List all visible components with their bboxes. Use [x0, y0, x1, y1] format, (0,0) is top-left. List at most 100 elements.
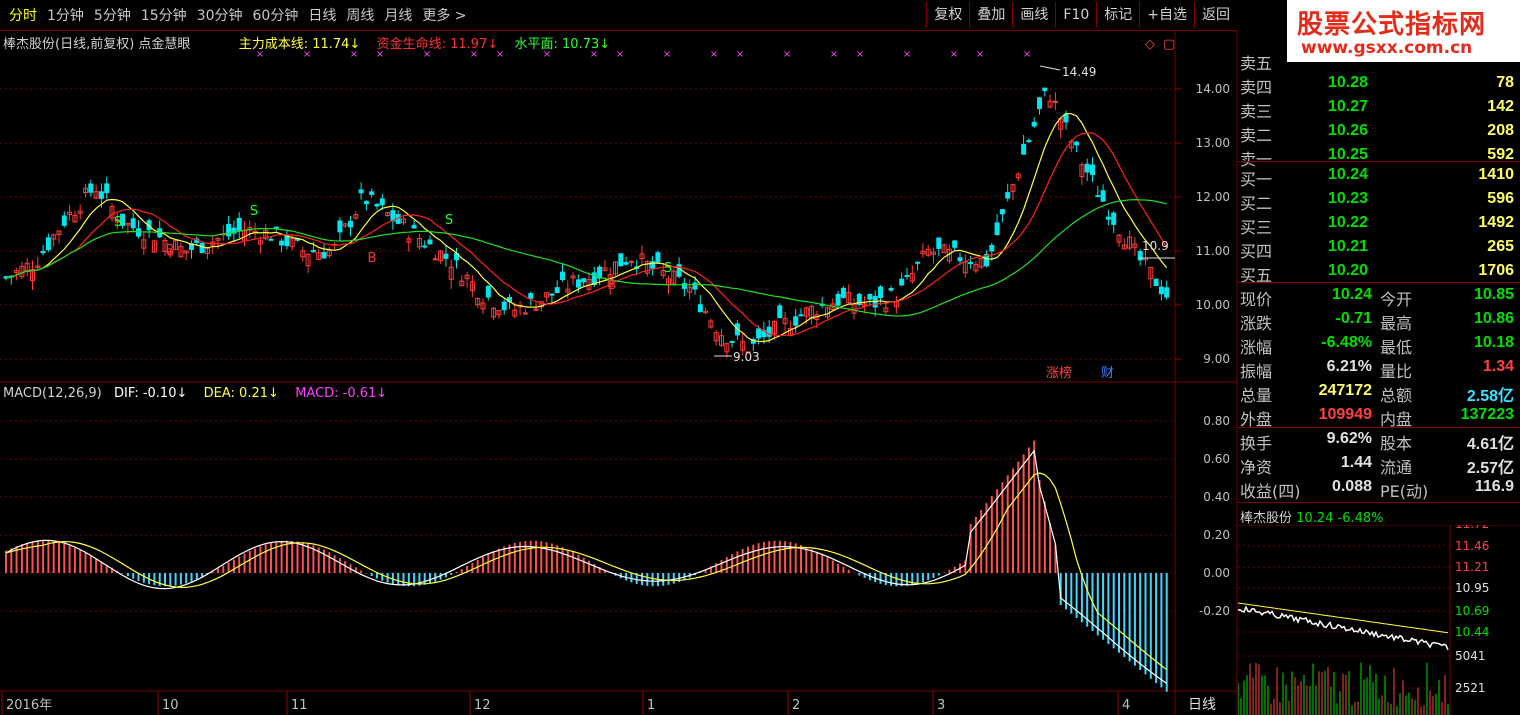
period-toolbar: 分时 1分钟 5分钟 15分钟 30分钟 60分钟 日线 周线 月线 更多 > 复权 叠加 画线 F10… — [0, 0, 1237, 31]
quote-price: 10.28 — [1327, 74, 1368, 91]
candle-body — [915, 261, 921, 264]
candle-body — [840, 287, 846, 298]
period-tab-2[interactable]: 5分钟 — [89, 5, 136, 25]
mini-intraday-chart[interactable]: 11.72 11.46 11.21 10.95 10.69 10.44 5041 2521 — [1238, 525, 1520, 715]
stat-row-2: 涨幅 -6.48% 最低 10.18 — [1238, 334, 1518, 358]
stat-value: 1.34 — [1482, 358, 1514, 375]
tool-button-4[interactable]: 标记 — [1096, 2, 1139, 28]
mini-stock-change: -6.48% — [1337, 511, 1384, 526]
bid-row-1[interactable]: 买二 10.23 596 — [1238, 190, 1518, 214]
tool-button-5[interactable]: +自选 — [1139, 2, 1194, 28]
candle-body — [560, 271, 565, 280]
stat-key: 总额 — [1380, 386, 1413, 405]
candle-body — [999, 209, 1005, 215]
stat-value: 6.21% — [1326, 358, 1372, 375]
quote-price: 10.21 — [1327, 238, 1368, 255]
tool-button-2[interactable]: 画线 — [1012, 2, 1055, 28]
candle-body — [284, 235, 290, 247]
period-tab-5[interactable]: 60分钟 — [248, 5, 304, 25]
price-tick-label: 14.00 — [1196, 82, 1230, 96]
candle-body — [104, 183, 110, 194]
candle-body — [835, 293, 841, 306]
quote-volume: 78 — [1496, 74, 1514, 91]
signal-marker: × — [590, 49, 598, 60]
quote-level-label: 卖四 — [1240, 78, 1273, 97]
stat-key: 涨跌 — [1240, 314, 1273, 333]
stat-key: 量比 — [1380, 362, 1413, 381]
stat-value: 10.18 — [1473, 334, 1514, 351]
stat-row-0: 现价 10.24 今开 10.85 — [1238, 286, 1518, 310]
candle-body — [628, 260, 634, 263]
ask-row-1[interactable]: 卖四 10.28 78 — [1238, 74, 1518, 98]
candle-body — [443, 253, 449, 259]
signal-marker: × — [856, 49, 864, 60]
xaxis-label: 12 — [474, 698, 491, 713]
stat-key: 涨幅 — [1240, 338, 1273, 357]
panel-divider — [1238, 161, 1520, 162]
period-tab-4[interactable]: 30分钟 — [192, 5, 248, 25]
xaxis-label: 4 — [1122, 698, 1130, 713]
quote-level-label: 买二 — [1240, 194, 1273, 213]
signal-marker: × — [736, 49, 744, 60]
signal-marker: × — [303, 49, 311, 60]
candle-body — [485, 285, 491, 298]
period-tab-3[interactable]: 15分钟 — [136, 5, 192, 25]
xaxis-label: 2 — [792, 698, 800, 713]
period-tab-9[interactable]: 更多 > — [417, 5, 471, 25]
macd-tick-label: 0.20 — [1203, 528, 1230, 542]
candle-body — [957, 257, 963, 262]
macd-tick-label: -0.20 — [1199, 604, 1230, 618]
stat-key: PE(动) — [1380, 482, 1429, 501]
candle-body — [1026, 140, 1032, 143]
tool-button-1[interactable]: 叠加 — [969, 2, 1012, 28]
candle-body — [501, 301, 507, 311]
candle-body — [321, 251, 327, 259]
period-tab-6[interactable]: 日线 — [303, 5, 341, 25]
candle-body — [936, 237, 942, 249]
quote-price: 10.26 — [1327, 122, 1368, 139]
mini-chart-title: 棒杰股份 10.24 -6.48% — [1240, 507, 1384, 526]
candle-body — [1090, 164, 1095, 176]
stat-key: 流通 — [1380, 458, 1413, 477]
quote-price: 10.27 — [1327, 98, 1368, 115]
period-tab-8[interactable]: 月线 — [379, 5, 417, 25]
xaxis-label: 3 — [937, 698, 945, 713]
tool-button-3[interactable]: F10 — [1055, 2, 1096, 28]
ma-water-level-line — [5, 198, 1167, 317]
candle-body — [1042, 87, 1048, 92]
period-tab-1[interactable]: 1分钟 — [42, 5, 89, 25]
bid-row-3[interactable]: 买四 10.21 265 — [1238, 238, 1518, 262]
period-tab-7[interactable]: 周线 — [341, 5, 379, 25]
diamond-icon: ◇ — [1145, 37, 1155, 52]
mini-tick-label: 11.72 — [1455, 525, 1489, 531]
stat-key: 现价 — [1240, 290, 1273, 309]
sell-signal: S — [114, 215, 122, 230]
signal-marker: × — [1023, 49, 1031, 60]
candle-body — [681, 282, 687, 289]
xaxis-label: 11 — [291, 698, 308, 713]
tool-button-0[interactable]: 复权 — [926, 2, 969, 28]
xaxis-label: 1 — [647, 698, 655, 713]
candle-body — [549, 293, 555, 296]
bid-row-0[interactable]: 买一 10.24 1410 — [1238, 166, 1518, 190]
stat-row-1: 涨跌 -0.71 最高 10.86 — [1238, 310, 1518, 334]
ask-row-2[interactable]: 卖三 10.27 142 — [1238, 98, 1518, 122]
bid-row-2[interactable]: 买三 10.22 1492 — [1238, 214, 1518, 238]
signal-marker: × — [470, 49, 478, 60]
mini-stock-name: 棒杰股份 — [1240, 511, 1293, 526]
tool-button-6[interactable]: 返回 — [1194, 2, 1237, 28]
mini-avg-line — [1238, 602, 1449, 634]
candle-body — [130, 218, 136, 229]
quote-price: 10.24 — [1327, 166, 1368, 183]
ask-row-3[interactable]: 卖二 10.26 208 — [1238, 122, 1518, 146]
quote-volume: 1492 — [1478, 214, 1514, 231]
finance-badge: 财 — [1101, 366, 1114, 381]
quote-volume: 1706 — [1478, 262, 1514, 279]
kline-chart[interactable]: 14.0013.0012.0011.0010.009.000.800.600.4… — [0, 30, 1238, 715]
ask-row-0[interactable]: 卖五 — [1238, 50, 1518, 74]
price-tick-label: 9.00 — [1203, 352, 1230, 366]
sell-signal: S — [664, 261, 672, 276]
period-tab-0[interactable]: 分时 — [4, 5, 42, 25]
candle-body — [522, 312, 528, 315]
macd-tick-label: 0.40 — [1203, 490, 1230, 504]
